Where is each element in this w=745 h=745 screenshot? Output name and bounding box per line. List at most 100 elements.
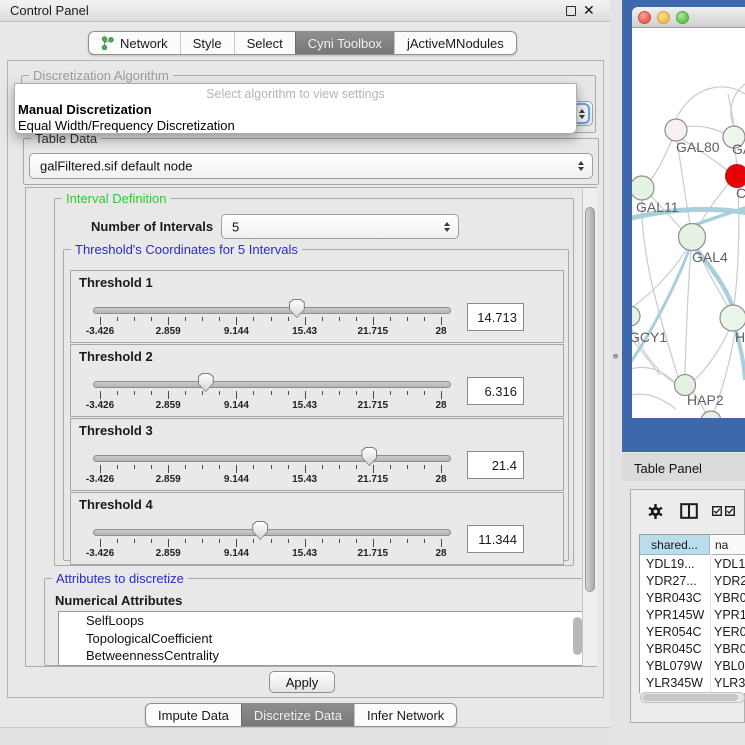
tick-mark [424, 465, 425, 469]
number-of-intervals-combobox[interactable]: 5 [221, 214, 459, 239]
tab-label: Network [120, 36, 168, 51]
tab-select[interactable]: Select [234, 32, 295, 54]
slider-track[interactable] [93, 307, 451, 314]
tick-mark [407, 391, 408, 395]
tick-mark [168, 317, 169, 325]
column-header-1[interactable]: shared... [640, 535, 710, 555]
vertical-scrollbar[interactable] [582, 188, 597, 666]
threshold-value-field[interactable]: 14.713 [467, 303, 524, 331]
table-row[interactable]: YBR043CYBR0 [640, 590, 745, 607]
network-node[interactable] [720, 305, 745, 331]
cell-name: YBR0 [714, 641, 745, 658]
tick-label: 15.43 [271, 400, 339, 411]
table-row[interactable]: YPR145WYPR1 [640, 607, 745, 624]
control-panel-titlebar: Control Panel ✕ [0, 0, 610, 22]
threshold-label: Threshold 3 [79, 423, 153, 438]
network-node[interactable] [632, 176, 654, 200]
cell-shared-name: YBR045C [646, 641, 702, 658]
tick-mark [305, 391, 306, 399]
network-node[interactable] [632, 306, 640, 326]
attribute-list-item[interactable]: TopologicalCoefficient [59, 630, 586, 648]
cell-shared-name: YBL079W [646, 658, 702, 675]
slider-thumb[interactable] [361, 447, 377, 466]
tick-mark [339, 465, 340, 469]
table-row[interactable]: YLR345WYLR3 [640, 675, 745, 692]
attribute-list-item[interactable]: BetweennessCentrality [59, 647, 586, 665]
panel-title: Control Panel [10, 0, 89, 21]
slider-thumb[interactable] [252, 521, 268, 540]
vertical-scrollbar-thumb[interactable] [585, 207, 595, 592]
group-title-attributes: Attributes to discretize [52, 571, 188, 586]
checkbox-checked-icon[interactable] [712, 506, 722, 516]
slider-thumb[interactable] [198, 373, 214, 392]
split-column-icon[interactable] [680, 503, 698, 519]
traffic-light-minimize-icon[interactable] [657, 11, 670, 24]
tick-mark [424, 539, 425, 543]
tab-cyni-toolbox[interactable]: Cyni Toolbox [295, 32, 394, 54]
table-row[interactable]: YDR27...YDR2 [640, 573, 745, 590]
tab-impute-data[interactable]: Impute Data [146, 704, 241, 726]
threshold-value-field[interactable]: 11.344 [467, 525, 524, 553]
slider-thumb[interactable] [289, 299, 305, 318]
tab-label: Infer Network [367, 708, 444, 723]
node-label: GAL80 [676, 139, 720, 155]
thumb-face [362, 448, 376, 465]
tab-jactivemnodules[interactable]: jActiveMNodules [394, 32, 516, 54]
window-titlebar[interactable] [632, 7, 745, 28]
tick-label: 15.43 [271, 548, 339, 559]
slider-track[interactable] [93, 381, 451, 388]
tick-mark [253, 465, 254, 469]
table-data-combobox[interactable]: galFiltered.sif default node [29, 153, 593, 179]
tick-mark [407, 465, 408, 469]
threshold-value-field[interactable]: 6.316 [467, 377, 524, 405]
network-canvas[interactable]: GAL80GACGAL11GAL4GCY1HHAP2 [632, 28, 745, 418]
tick-mark [339, 539, 340, 543]
apply-button[interactable]: Apply [269, 671, 335, 693]
table-row[interactable]: YBR045C YBR0 [640, 641, 745, 658]
tick-mark [185, 465, 186, 469]
dropdown-option[interactable]: Manual Discretization [15, 102, 576, 118]
tick-mark [100, 317, 101, 325]
tab-infer-network[interactable]: Infer Network [354, 704, 456, 726]
node-label: GAL11 [636, 199, 679, 215]
table-row[interactable]: YER054CYER0 [640, 624, 745, 641]
number-of-intervals-value: 5 [232, 219, 239, 234]
tab-style[interactable]: Style [180, 32, 234, 54]
close-icon[interactable]: ✕ [583, 0, 595, 21]
column-header-2[interactable]: na [711, 535, 745, 555]
float-window-icon[interactable] [566, 6, 576, 16]
tick-label: 28 [407, 326, 475, 337]
table-row[interactable]: YDL19...YDL1 [640, 556, 745, 573]
numerical-attributes-list[interactable]: SelfLoopsTopologicalCoefficientBetweenne… [58, 611, 587, 666]
network-node[interactable] [679, 224, 706, 251]
slider-track[interactable] [93, 455, 451, 462]
tick-mark [424, 391, 425, 395]
slider-track[interactable] [93, 529, 451, 536]
horizontal-scrollbar[interactable] [640, 692, 745, 703]
tick-label: 21.715 [339, 326, 407, 337]
network-node[interactable] [701, 411, 721, 418]
tick-mark [339, 317, 340, 321]
tab-network[interactable]: Network [89, 32, 180, 54]
threshold-value-field[interactable]: 21.4 [467, 451, 524, 479]
horizontal-scrollbar-thumb[interactable] [643, 694, 738, 701]
tick-mark [271, 391, 272, 395]
network-node[interactable] [665, 119, 687, 141]
network-edge [685, 250, 691, 374]
list-scrollbar-thumb[interactable] [573, 617, 582, 655]
split-pane-divider[interactable] [610, 0, 622, 745]
checkbox-checked-icon[interactable] [725, 506, 735, 516]
attribute-list-item[interactable]: SelfLoops [59, 612, 586, 630]
traffic-light-zoom-icon[interactable] [676, 11, 689, 24]
table-row[interactable]: YBL079WYBL0 [640, 658, 745, 675]
tab-discretize-data[interactable]: Discretize Data [241, 704, 354, 726]
dropdown-option[interactable]: Equal Width/Frequency Discretization [15, 118, 576, 134]
gear-icon[interactable] [647, 503, 664, 520]
tick-mark [356, 465, 357, 469]
traffic-light-close-icon[interactable] [638, 11, 651, 24]
tick-mark [288, 391, 289, 395]
tick-label: 2.859 [134, 548, 202, 559]
tick-mark [117, 317, 118, 321]
network-graph[interactable]: GAL80GACGAL11GAL4GCY1HHAP2 [632, 28, 745, 418]
tick-mark [219, 539, 220, 543]
